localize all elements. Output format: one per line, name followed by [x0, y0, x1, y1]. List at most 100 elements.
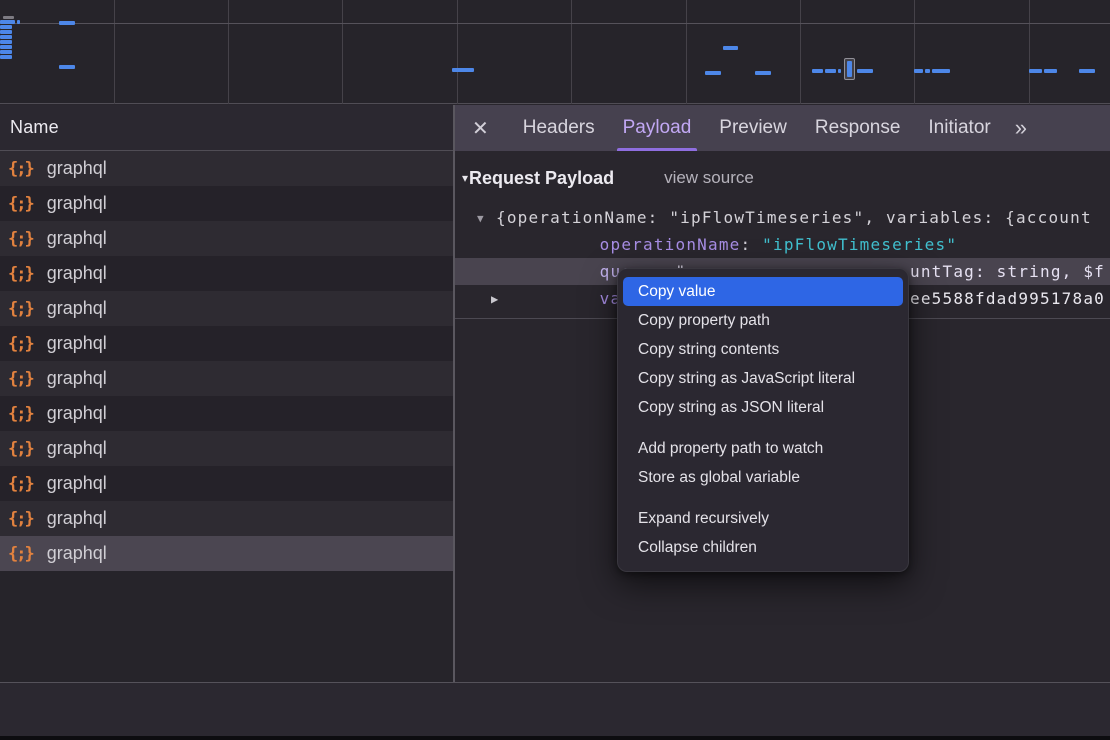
variables-value-right-fragment: ee5588fdad995178a0	[910, 289, 1105, 308]
json-braces-icon: {;}	[8, 439, 33, 459]
request-timing-bar	[755, 71, 771, 75]
request-name-label: graphql	[47, 543, 107, 564]
context-menu: Copy valueCopy property pathCopy string …	[617, 268, 909, 572]
request-payload-section-header[interactable]: ▾ Request Payload view source	[455, 165, 754, 191]
request-timing-bar	[0, 50, 12, 54]
close-icon[interactable]: ✕	[472, 116, 489, 141]
overview-gridline	[114, 0, 115, 104]
request-row-graphql[interactable]: {;}graphql	[0, 151, 453, 186]
request-name-label: graphql	[47, 333, 107, 354]
menu-item-collapse-children[interactable]: Collapse children	[623, 533, 903, 562]
overview-gridline	[342, 0, 343, 104]
request-timing-bar	[59, 21, 75, 25]
menu-item-copy-string-contents[interactable]: Copy string contents	[623, 335, 903, 364]
overview-gridline	[914, 0, 915, 104]
json-braces-icon: {;}	[8, 369, 33, 389]
section-expand-caret-icon[interactable]: ▾	[462, 171, 468, 185]
request-row-graphql[interactable]: {;} graphql	[0, 256, 453, 291]
menu-item-store-as-global-variable[interactable]: Store as global variable	[623, 463, 903, 492]
request-timing-bar	[1079, 69, 1095, 73]
request-timing-bar	[857, 69, 873, 73]
tab-payload[interactable]: Payload	[609, 105, 706, 151]
request-row-graphql[interactable]: {;} graphql	[0, 326, 453, 361]
request-timing-bar	[914, 69, 923, 73]
json-braces-icon: {;}	[8, 544, 33, 564]
variables-expand-caret-icon[interactable]: ▶	[491, 292, 499, 306]
request-timing-bar	[838, 69, 841, 73]
overview-gridline	[457, 0, 458, 104]
request-list: {;} graphql {;} graphql {;} graphql {;} graphql…	[0, 151, 453, 682]
request-timing-bar	[59, 65, 75, 69]
request-timing-bar	[812, 69, 823, 73]
overview-gridline	[686, 0, 687, 104]
request-timing-bar	[0, 55, 12, 59]
request-timing-bar	[0, 30, 12, 34]
request-timing-bar	[705, 71, 721, 75]
window-bottom-edge	[0, 736, 1110, 740]
query-value-right-fragment: untTag: string, $f	[910, 262, 1105, 281]
network-overview-timeline[interactable]	[0, 0, 1110, 104]
request-name-label: graphql	[47, 263, 107, 284]
request-row-graphql[interactable]: {;}graphql	[0, 501, 453, 536]
request-timing-bar	[0, 25, 12, 29]
devtools-network-panel: Name {;}graphql{;}graphql{;}graphql{;}gr…	[0, 0, 1110, 740]
request-name-label: graphql	[47, 193, 107, 214]
menu-item-expand-recursively[interactable]: Expand recursively	[623, 504, 903, 533]
menu-item-copy-value[interactable]: Copy value	[623, 277, 903, 306]
request-name-label: graphql	[47, 438, 107, 459]
request-timing-bar	[452, 68, 474, 72]
json-braces-icon: {;}	[8, 229, 33, 249]
tab-response[interactable]: Response	[801, 105, 915, 151]
section-title: Request Payload	[469, 168, 614, 189]
request-row-graphql[interactable]: {;} graphql	[0, 396, 453, 431]
request-name-label: graphql	[47, 473, 107, 494]
overview-horizontal-gridline	[0, 23, 1110, 24]
request-row-graphql[interactable]: {;} graphql	[0, 186, 453, 221]
operation-name-value: "ipFlowTimeseries"	[762, 235, 957, 254]
status-footer	[0, 683, 1110, 736]
tab-initiator[interactable]: Initiator	[914, 105, 1004, 151]
request-timing-bar	[0, 20, 15, 24]
request-timing-bar	[17, 20, 20, 24]
json-braces-icon: {;}	[8, 474, 33, 494]
menu-item-copy-property-path[interactable]: Copy property path	[623, 306, 903, 335]
request-timing-bar	[1044, 69, 1057, 73]
menu-item-copy-string-as-json-literal[interactable]: Copy string as JSON literal	[623, 393, 903, 422]
name-column-header[interactable]: Name	[0, 105, 453, 151]
json-braces-icon: {;}	[8, 509, 33, 529]
tab-headers[interactable]: Headers	[509, 105, 609, 151]
root-expand-caret-icon[interactable]: ▼	[477, 212, 485, 225]
tabs-holder: HeadersPayloadPreviewResponseInitiator	[509, 105, 1005, 151]
more-tabs-icon[interactable]: »	[1015, 115, 1024, 141]
request-timing-bar	[1029, 69, 1042, 73]
menu-item-copy-string-as-javascript-literal[interactable]: Copy string as JavaScript literal	[623, 364, 903, 393]
overview-gridline	[1029, 0, 1030, 104]
request-timing-bar	[825, 69, 836, 73]
json-braces-icon: {;}	[8, 404, 33, 424]
request-timing-bar	[723, 46, 738, 50]
request-row-graphql[interactable]: {;} graphql	[0, 431, 453, 466]
menu-item-add-property-path-to-watch[interactable]: Add property path to watch	[623, 434, 903, 463]
request-timing-bar	[925, 69, 930, 73]
json-braces-icon: {;}	[8, 334, 33, 354]
json-braces-icon: {;}	[8, 264, 33, 284]
request-row-graphql[interactable]: {;} graphql	[0, 466, 453, 501]
request-name-label: graphql	[47, 158, 107, 179]
request-name-label: graphql	[47, 368, 107, 389]
tab-preview[interactable]: Preview	[705, 105, 801, 151]
request-row-graphql[interactable]: {;} graphql	[0, 361, 453, 396]
request-row-graphql[interactable]: {;} graphql	[0, 221, 453, 256]
view-source-link[interactable]: view source	[664, 168, 754, 188]
request-timing-bar	[0, 45, 12, 49]
request-timing-bar	[0, 35, 12, 39]
request-name-label: graphql	[47, 403, 107, 424]
name-column-label: Name	[10, 117, 59, 138]
overview-gridline	[228, 0, 229, 104]
request-timing-bar	[3, 16, 14, 19]
marker-request-bar	[847, 61, 852, 77]
request-row-graphql[interactable]: {;} graphql	[0, 536, 453, 571]
overview-gridline	[571, 0, 572, 104]
request-name-label: graphql	[47, 228, 107, 249]
json-braces-icon: {;}	[8, 194, 33, 214]
request-row-graphql[interactable]: {;}graphql	[0, 291, 453, 326]
